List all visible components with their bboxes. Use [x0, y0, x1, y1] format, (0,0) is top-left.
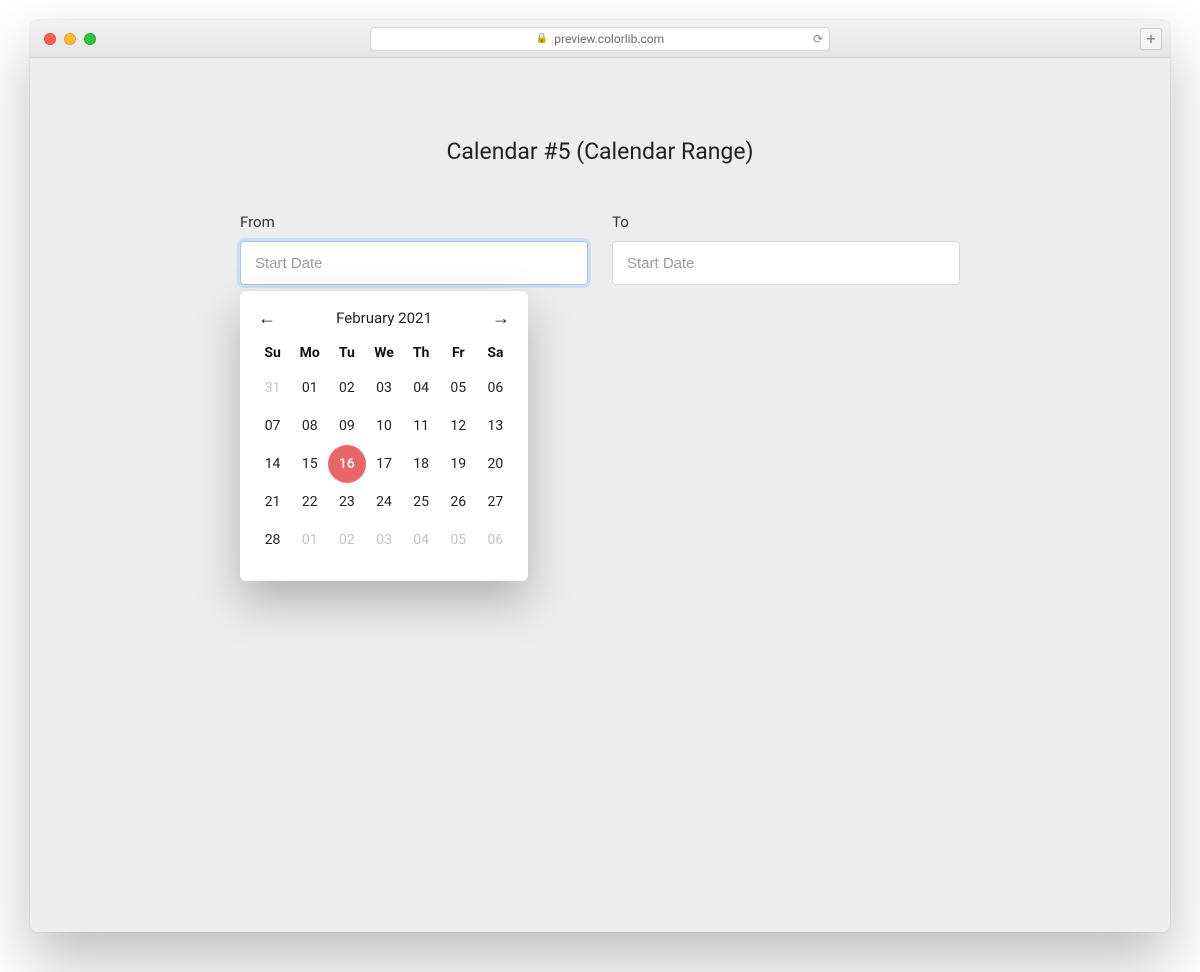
to-field: To — [612, 213, 960, 285]
calendar-day[interactable]: 10 — [365, 407, 402, 445]
from-field: From ← February 2021 → S — [240, 213, 588, 285]
calendar-day[interactable]: 11 — [403, 407, 440, 445]
dow-header: Th — [403, 339, 440, 369]
calendar-day[interactable]: 25 — [403, 483, 440, 521]
calendar-day[interactable]: 26 — [440, 483, 477, 521]
calendar-day[interactable]: 02 — [328, 369, 365, 407]
calendar-day[interactable]: 24 — [365, 483, 402, 521]
dow-header: Fr — [440, 339, 477, 369]
dow-header: Tu — [328, 339, 365, 369]
datepicker-grid: SuMoTuWeThFrSa31010203040506070809101112… — [254, 339, 514, 559]
arrow-right-icon: → — [492, 308, 510, 329]
calendar-day[interactable]: 13 — [477, 407, 514, 445]
calendar-day[interactable]: 23 — [328, 483, 365, 521]
calendar-day[interactable]: 09 — [328, 407, 365, 445]
calendar-day[interactable]: 21 — [254, 483, 291, 521]
lock-icon: 🔒 — [536, 33, 548, 44]
calendar-day[interactable]: 04 — [403, 521, 440, 559]
reload-icon[interactable]: ⟳ — [813, 32, 823, 46]
calendar-day[interactable]: 12 — [440, 407, 477, 445]
calendar-day[interactable]: 06 — [477, 521, 514, 559]
address-url: preview.colorlib.com — [554, 32, 664, 46]
dow-header: We — [365, 339, 402, 369]
calendar-day[interactable]: 03 — [365, 369, 402, 407]
window-close-button[interactable] — [44, 33, 56, 45]
date-range-row: From ← February 2021 → S — [240, 213, 960, 285]
calendar-day[interactable]: 07 — [254, 407, 291, 445]
calendar-day[interactable]: 19 — [440, 445, 477, 483]
page-title: Calendar #5 (Calendar Range) — [30, 138, 1170, 165]
calendar-day[interactable]: 28 — [254, 521, 291, 559]
calendar-day[interactable]: 17 — [365, 445, 402, 483]
datepicker-month-label: February 2021 — [336, 309, 432, 327]
calendar-day[interactable]: 14 — [254, 445, 291, 483]
calendar-day[interactable]: 15 — [291, 445, 328, 483]
window-minimize-button[interactable] — [64, 33, 76, 45]
datepicker-popup: ← February 2021 → SuMoTuWeThFrSa31010203… — [240, 291, 528, 581]
calendar-day[interactable]: 05 — [440, 521, 477, 559]
calendar-day[interactable]: 31 — [254, 369, 291, 407]
dow-header: Sa — [477, 339, 514, 369]
calendar-day[interactable]: 01 — [291, 369, 328, 407]
new-tab-button[interactable]: + — [1140, 28, 1162, 50]
calendar-day[interactable]: 01 — [291, 521, 328, 559]
to-date-input[interactable] — [612, 241, 960, 285]
calendar-day[interactable]: 27 — [477, 483, 514, 521]
window-zoom-button[interactable] — [84, 33, 96, 45]
prev-month-button[interactable]: ← — [256, 307, 278, 329]
calendar-day[interactable]: 03 — [365, 521, 402, 559]
browser-titlebar: 🔒 preview.colorlib.com ⟳ + — [30, 20, 1170, 58]
next-month-button[interactable]: → — [490, 307, 512, 329]
browser-window: 🔒 preview.colorlib.com ⟳ + Calendar #5 (… — [30, 20, 1170, 932]
dow-header: Mo — [291, 339, 328, 369]
calendar-day[interactable]: 22 — [291, 483, 328, 521]
from-label: From — [240, 213, 588, 231]
to-label: To — [612, 213, 960, 231]
calendar-day[interactable]: 02 — [328, 521, 365, 559]
browser-addressbar[interactable]: 🔒 preview.colorlib.com ⟳ — [370, 27, 830, 51]
dow-header: Su — [254, 339, 291, 369]
calendar-day[interactable]: 06 — [477, 369, 514, 407]
calendar-day[interactable]: 20 — [477, 445, 514, 483]
window-controls — [44, 33, 96, 45]
calendar-day[interactable]: 04 — [403, 369, 440, 407]
calendar-day[interactable]: 08 — [291, 407, 328, 445]
datepicker-header: ← February 2021 → — [254, 301, 514, 339]
calendar-day[interactable]: 16 — [328, 445, 365, 483]
page-viewport: Calendar #5 (Calendar Range) From ← Febr… — [30, 58, 1170, 932]
calendar-day[interactable]: 18 — [403, 445, 440, 483]
arrow-left-icon: ← — [258, 308, 276, 329]
calendar-day[interactable]: 05 — [440, 369, 477, 407]
from-date-input[interactable] — [240, 241, 588, 285]
